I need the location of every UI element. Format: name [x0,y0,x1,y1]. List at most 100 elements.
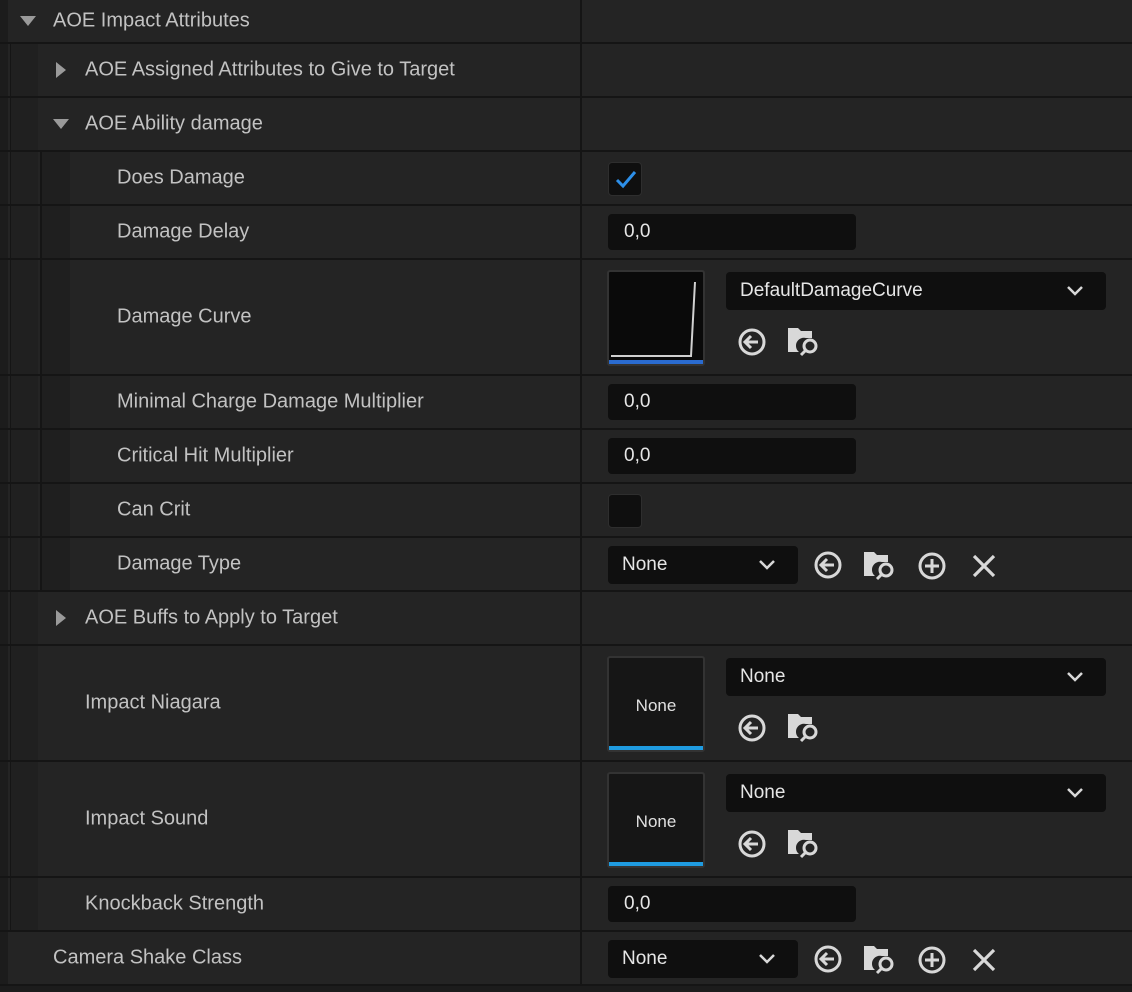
property-label: Critical Hit Multiplier [117,444,294,467]
indent-gutter [0,376,8,428]
chevron-down-icon [759,560,775,570]
chevron-down-icon [1067,672,1083,682]
class-name: None [622,554,668,575]
x-icon[interactable] [970,552,998,580]
impact-sound-asset-picker[interactable]: None [726,774,1106,812]
column-divider[interactable] [580,484,582,536]
group-assigned-attributes[interactable]: AOE Assigned Attributes to Give to Targe… [0,42,1132,96]
indent-gutter [10,376,38,428]
column-divider[interactable] [580,538,582,590]
curve-thumbnail[interactable] [607,270,705,366]
triangle-right-icon[interactable] [56,62,66,78]
column-divider[interactable] [580,44,582,96]
panel-bottom-edge [0,984,1132,992]
column-divider[interactable] [580,98,582,150]
indent-gutter [10,152,38,204]
damage-delay-input[interactable]: 0,0 [608,214,856,250]
group-label: AOE Assigned Attributes to Give to Targe… [85,58,455,81]
indent-gutter [10,646,38,760]
impact-niagara-asset-picker[interactable]: None [726,658,1106,696]
property-label: Can Crit [117,498,191,521]
indent-gutter [0,206,8,258]
arrow-left-circle-icon[interactable] [736,828,768,860]
chevron-down-icon [759,954,775,964]
checkmark-icon [615,171,637,189]
group-buffs[interactable]: AOE Buffs to Apply to Target [0,590,1132,644]
folder-search-icon[interactable] [862,548,898,582]
knockback-strength-input[interactable]: 0,0 [608,886,856,922]
asset-name: None [740,666,786,687]
category-aoe-impact-attributes[interactable]: AOE Impact Attributes [0,0,1132,42]
property-does-damage: Does Damage [0,150,1132,204]
column-divider[interactable] [580,260,582,374]
column-divider[interactable] [580,646,582,760]
column-divider[interactable] [580,152,582,204]
indent-gutter [40,206,70,258]
property-camera-shake-class: Camera Shake Class None [0,930,1132,984]
arrow-left-circle-icon[interactable] [736,712,768,744]
min-charge-multiplier-input[interactable]: 0,0 [608,384,856,420]
indent-gutter [40,260,70,374]
property-impact-sound: Impact Sound None None [0,760,1132,876]
damage-curve-asset-picker[interactable]: DefaultDamageCurve [726,272,1106,310]
indent-gutter [0,646,8,760]
plus-circle-icon[interactable] [916,944,948,976]
category-label: AOE Impact Attributes [53,9,250,32]
indent-gutter [40,484,70,536]
column-divider[interactable] [580,762,582,876]
triangle-down-icon[interactable] [53,119,69,129]
camera-shake-class-picker[interactable]: None [608,940,798,978]
indent-gutter [0,592,8,644]
does-damage-checkbox[interactable] [608,162,642,196]
chevron-down-icon [1067,788,1083,798]
group-label: AOE Ability damage [85,112,263,135]
indent-gutter [40,376,70,428]
indent-gutter [0,484,8,536]
column-divider[interactable] [580,592,582,644]
x-icon[interactable] [970,946,998,974]
property-damage-type: Damage Type None [0,536,1132,590]
niagara-thumbnail[interactable]: None [607,656,705,752]
property-label: Damage Delay [117,220,250,243]
property-label: Impact Niagara [85,691,221,714]
column-divider[interactable] [580,932,582,984]
asset-type-bar [609,360,703,364]
arrow-left-circle-icon[interactable] [812,549,844,581]
plus-circle-icon[interactable] [916,550,948,582]
folder-search-icon[interactable] [786,324,822,358]
folder-search-icon[interactable] [786,826,822,860]
asset-type-bar [609,746,703,750]
folder-search-icon[interactable] [862,942,898,976]
indent-gutter [0,762,8,876]
column-divider[interactable] [580,376,582,428]
critical-hit-multiplier-input[interactable]: 0,0 [608,438,856,474]
indent-gutter [0,98,8,150]
arrow-left-circle-icon[interactable] [812,943,844,975]
arrow-left-circle-icon[interactable] [736,326,768,358]
curve-preview-icon [611,281,696,357]
property-label: Does Damage [117,166,245,189]
column-divider[interactable] [580,430,582,482]
property-damage-curve: Damage Curve DefaultDamageCurve [0,258,1132,374]
indent-gutter [0,0,8,42]
property-damage-delay: Damage Delay 0,0 [0,204,1132,258]
indent-gutter [10,430,38,482]
column-divider[interactable] [580,206,582,258]
damage-type-class-picker[interactable]: None [608,546,798,584]
indent-gutter [10,878,38,930]
thumbnail-text: None [635,696,677,715]
group-ability-damage[interactable]: AOE Ability damage [0,96,1132,150]
indent-gutter [10,484,38,536]
triangle-right-icon[interactable] [56,610,66,626]
column-divider[interactable] [580,0,582,42]
indent-gutter [40,152,70,204]
asset-name: DefaultDamageCurve [740,280,923,301]
column-divider[interactable] [580,878,582,930]
indent-gutter [40,538,70,590]
asset-type-bar [609,862,703,866]
can-crit-checkbox[interactable] [608,494,642,528]
folder-search-icon[interactable] [786,710,822,744]
sound-thumbnail[interactable]: None [607,772,705,868]
property-critical-hit-multiplier: Critical Hit Multiplier 0,0 [0,428,1132,482]
triangle-down-icon[interactable] [20,16,36,26]
